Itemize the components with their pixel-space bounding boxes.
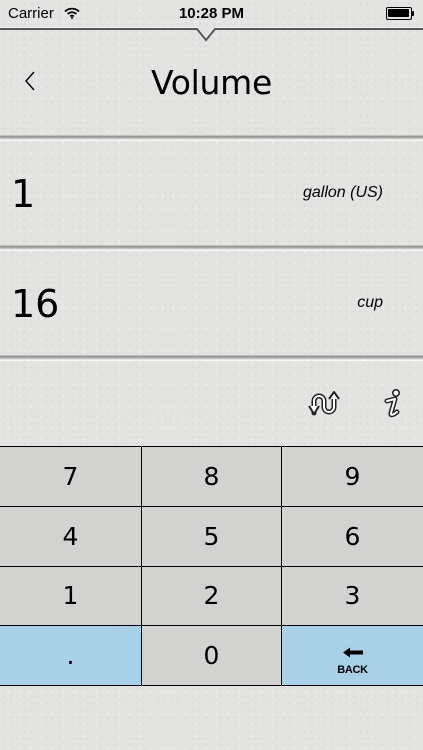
divider [0,245,423,251]
keypad: 7 8 9 4 5 6 1 2 3 . 0 BACK [0,446,423,686]
key-4[interactable]: 4 [0,506,141,566]
divider [0,355,423,361]
key-7[interactable]: 7 [0,447,141,506]
key-decimal[interactable]: . [0,626,141,685]
from-value: 1 [11,172,36,216]
to-value-row[interactable]: 16 cup [0,252,423,352]
page-title: Volume [151,63,272,102]
backspace-button[interactable]: BACK [282,626,423,685]
info-button[interactable] [376,386,410,426]
header-divider [0,27,423,42]
swap-arrows-icon [308,390,342,422]
key-1[interactable]: 1 [0,566,141,626]
key-5[interactable]: 5 [141,506,282,566]
status-bar: Carrier 10:28 PM [0,0,423,28]
from-value-row[interactable]: 1 gallon (US) [0,142,423,242]
key-9[interactable]: 9 [282,447,423,506]
key-2[interactable]: 2 [141,566,282,626]
backspace-label: BACK [337,664,368,677]
key-6[interactable]: 6 [282,506,423,566]
battery-icon [386,7,415,20]
info-icon [382,388,404,425]
key-0[interactable]: 0 [141,626,282,685]
to-unit-label[interactable]: cup [357,294,383,312]
status-time: 10:28 PM [178,5,245,22]
divider [0,135,423,141]
key-8[interactable]: 8 [141,447,282,506]
key-3[interactable]: 3 [282,566,423,626]
back-arrow-icon [342,635,364,664]
from-unit-label[interactable]: gallon (US) [303,184,383,202]
swap-units-button[interactable] [305,388,345,424]
to-value: 16 [11,282,60,326]
